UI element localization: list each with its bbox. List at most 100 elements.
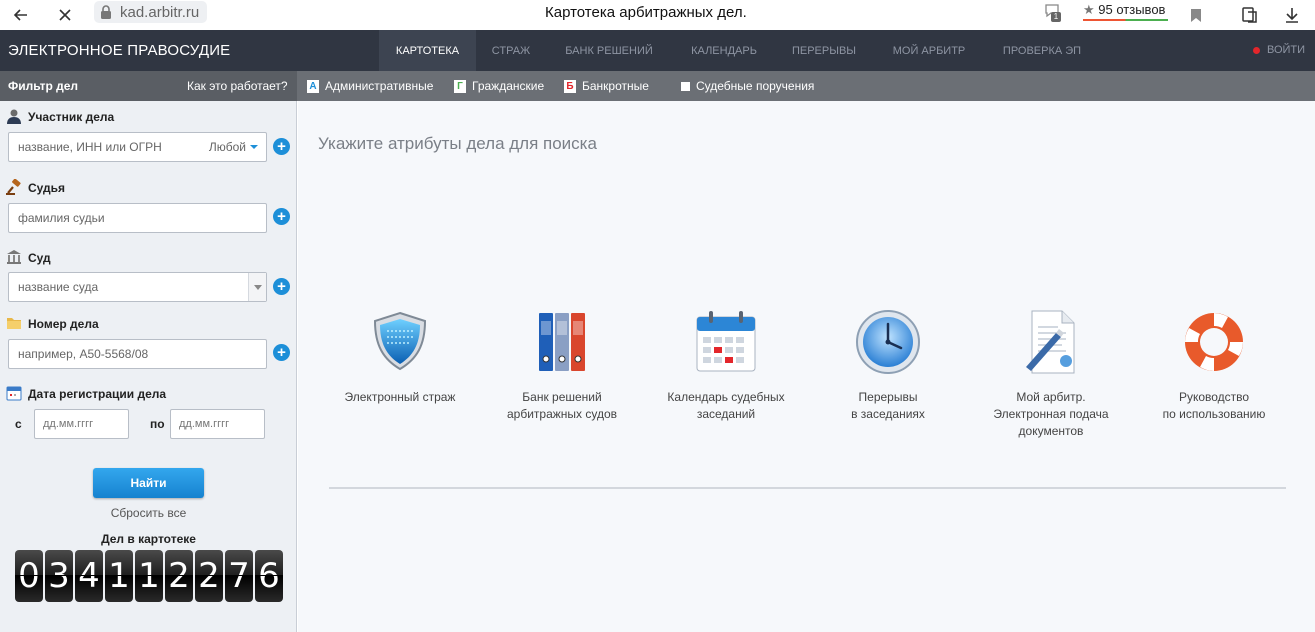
star-icon: ★ (1083, 2, 1095, 17)
judge-field (8, 203, 267, 233)
nav-kalendar[interactable]: КАЛЕНДАРЬ (680, 30, 768, 71)
add-participant-button[interactable]: + (273, 138, 290, 155)
reg-date-label: Дата регистрации дела (28, 387, 167, 401)
filter-type-label: Гражданские (472, 79, 545, 93)
counter-digit: 1 (135, 550, 163, 602)
service-label: Электронный страж (344, 390, 456, 404)
service-label: Банк решений арбитражных судов (506, 390, 618, 421)
court-orders-icon (681, 81, 690, 91)
case-number-label: Номер дела (28, 317, 99, 331)
tab-title: Картотека арбитражных дел. (545, 4, 747, 21)
add-court-button[interactable]: + (273, 278, 290, 295)
date-from-field (34, 409, 129, 439)
date-to-input[interactable] (179, 418, 264, 430)
case-number-input[interactable] (18, 347, 266, 361)
collections-icon (1242, 7, 1257, 23)
nav-bank-resheniy[interactable]: БАНК РЕШЕНИЙ (555, 30, 663, 71)
courthouse-icon (7, 250, 21, 264)
counter-digit: 7 (225, 550, 253, 602)
case-counter-title: Дел в картотеке (101, 532, 196, 546)
nav-moy-arbitr[interactable]: МОЙ АРБИТР (880, 30, 978, 71)
find-button[interactable]: Найти (93, 468, 204, 498)
filter-bar: Фильтр дел Как это работает? А Администр… (0, 71, 1315, 101)
close-icon (59, 9, 71, 21)
counter-digit: 3 (45, 550, 73, 602)
site-brand[interactable]: ЭЛЕКТРОННОЕ ПРАВОСУДИЕ (8, 42, 230, 59)
filter-administrative[interactable]: А Административные (307, 79, 433, 93)
person-icon (7, 109, 21, 124)
collections-button[interactable] (1236, 2, 1262, 28)
counter-digit: 6 (255, 550, 283, 602)
counter-digit: 0 (15, 550, 43, 602)
chevron-down-icon (253, 284, 262, 290)
filter-court-orders[interactable]: Судебные поручения (681, 79, 814, 93)
judge-input[interactable] (18, 211, 266, 225)
shield-icon (373, 311, 427, 371)
service-pereryvy[interactable]: Перерывы в заседаниях (803, 307, 973, 423)
counter-digit: 2 (165, 550, 193, 602)
service-label: Календарь судебных заседаний (667, 390, 785, 421)
url-text: kad.arbitr.ru (120, 3, 200, 21)
extension-badge[interactable]: 1 (1044, 3, 1064, 23)
participant-input[interactable] (18, 140, 203, 154)
civil-icon: Г (454, 79, 466, 93)
counter-digit: 1 (105, 550, 133, 602)
login-label: ВОЙТИ (1267, 44, 1306, 56)
filter-type-label: Судебные поручения (696, 79, 815, 93)
login-link[interactable]: ВОЙТИ (1253, 44, 1305, 56)
service-elektronny-strazh[interactable]: Электронный страж (315, 307, 485, 406)
gavel-icon (6, 179, 21, 195)
nav-pereryvy[interactable]: ПЕРЕРЫВЫ (780, 30, 868, 71)
participant-field: Любой (8, 132, 267, 162)
filter-type-label: Административные (325, 79, 434, 93)
participant-role-select[interactable]: Любой (209, 140, 258, 154)
date-to-label: по (150, 417, 165, 431)
reviews-text: 95 отзывов (1098, 2, 1166, 17)
search-prompt-title: Укажите атрибуты дела для поиска (318, 134, 597, 153)
nav-proverka-ep[interactable]: ПРОВЕРКА ЭП (992, 30, 1092, 71)
back-button[interactable] (8, 2, 34, 28)
chevron-down-icon (250, 145, 258, 149)
service-label: Руководство по использованию (1162, 390, 1266, 421)
court-input[interactable] (18, 280, 238, 294)
download-button[interactable] (1279, 2, 1305, 28)
service-kalendar[interactable]: Календарь судебных заседаний (641, 307, 811, 423)
reviews-link[interactable]: ★ 95 отзывов (1083, 2, 1165, 18)
clock-icon (856, 310, 920, 374)
date-from-input[interactable] (43, 418, 128, 430)
date-from-label: с (15, 417, 22, 431)
add-judge-button[interactable]: + (273, 208, 290, 225)
participant-role-value: Любой (208, 140, 246, 154)
filter-sidebar: Участник дела Любой + Судья + Суд + Номе… (0, 101, 297, 632)
court-dropdown-toggle[interactable] (248, 273, 266, 301)
back-arrow-icon (13, 9, 27, 21)
service-moy-arbitr[interactable]: Мой арбитр. Электронная подача документо… (966, 307, 1136, 440)
nav-strazh[interactable]: СТРАЖ (480, 30, 542, 71)
content-divider (329, 487, 1286, 489)
case-number-field (8, 339, 267, 369)
service-label: Перерывы в заседаниях (851, 390, 925, 421)
filter-title: Фильтр дел (8, 79, 79, 93)
stop-button[interactable] (52, 2, 78, 28)
case-counter: 0 3 4 1 1 2 2 7 6 (15, 550, 283, 602)
court-label: Суд (28, 251, 51, 265)
address-bar[interactable]: kad.arbitr.ru (94, 1, 208, 23)
service-rukovodstvo[interactable]: Руководство по использованию (1129, 307, 1299, 423)
court-select[interactable] (8, 272, 267, 302)
bookmark-icon (1191, 8, 1201, 22)
service-bank-resheniy[interactable]: Банк решений арбитражных судов (477, 307, 647, 423)
add-case-number-button[interactable]: + (273, 344, 290, 361)
service-label: Мой арбитр. Электронная подача документо… (993, 390, 1109, 438)
binders-icon (539, 313, 585, 371)
filter-civil[interactable]: Г Гражданские (454, 79, 544, 93)
reset-all-link[interactable]: Сбросить все (0, 506, 297, 520)
nav-kartoteka[interactable]: КАРТОТЕКА (379, 30, 476, 71)
login-dot-icon (1253, 46, 1260, 54)
browser-toolbar: kad.arbitr.ru Картотека арбитражных дел.… (0, 0, 1315, 30)
how-it-works-link[interactable]: Как это работает? (187, 79, 288, 93)
date-to-field (170, 409, 265, 439)
bookmark-button[interactable] (1183, 2, 1209, 28)
filter-type-label: Банкротные (582, 79, 649, 93)
filter-bankruptcy[interactable]: Б Банкротные (564, 79, 649, 93)
lifebuoy-icon (1185, 313, 1243, 371)
